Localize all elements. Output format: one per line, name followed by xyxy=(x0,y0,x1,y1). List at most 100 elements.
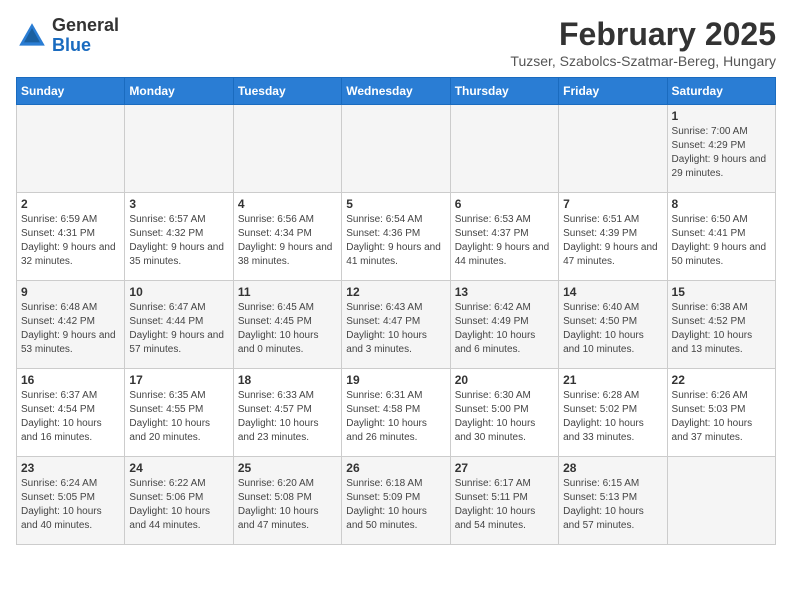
day-number: 3 xyxy=(129,197,228,211)
calendar-cell: 9 Sunrise: 6:48 AM Sunset: 4:42 PM Daylig… xyxy=(17,281,125,369)
weekday-header-tuesday: Tuesday xyxy=(233,78,341,105)
calendar-cell xyxy=(450,105,558,193)
page-header: General Blue February 2025 Tuzser, Szabo… xyxy=(16,16,776,69)
day-number: 5 xyxy=(346,197,445,211)
calendar-cell xyxy=(667,457,775,545)
day-info: Sunrise: 6:54 AM Sunset: 4:36 PM Dayligh… xyxy=(346,213,445,269)
day-info: Sunrise: 6:17 AM Sunset: 5:11 PM Dayligh… xyxy=(455,477,554,533)
day-number: 12 xyxy=(346,285,445,299)
calendar-cell: 5 Sunrise: 6:54 AM Sunset: 4:36 PM Daylig… xyxy=(342,193,450,281)
day-number: 7 xyxy=(563,197,662,211)
day-number: 4 xyxy=(238,197,337,211)
calendar-cell: 21Sunrise: 6:28 AM Sunset: 5:02 PM Dayli… xyxy=(559,369,667,457)
calendar-cell: 4 Sunrise: 6:56 AM Sunset: 4:34 PM Daylig… xyxy=(233,193,341,281)
day-number: 18 xyxy=(238,373,337,387)
day-info: Sunrise: 6:22 AM Sunset: 5:06 PM Dayligh… xyxy=(129,477,228,533)
day-number: 21 xyxy=(563,373,662,387)
calendar-cell: 16 Sunrise: 6:37 AM Sunset: 4:54 PM Dayli… xyxy=(17,369,125,457)
weekday-header-friday: Friday xyxy=(559,78,667,105)
day-info: Sunrise: 7:00 AM Sunset: 4:29 PM Dayligh… xyxy=(672,125,771,181)
day-info: Sunrise: 6:24 AM Sunset: 5:05 PM Dayligh… xyxy=(21,477,120,533)
day-number: 1 xyxy=(672,109,771,123)
calendar-cell: 24 Sunrise: 6:22 AM Sunset: 5:06 PM Dayli… xyxy=(125,457,233,545)
logo-text: General Blue xyxy=(52,16,119,56)
day-info: Sunrise: 6:37 AM Sunset: 4:54 PM Dayligh… xyxy=(21,389,120,445)
day-number: 27 xyxy=(455,461,554,475)
calendar-cell: 23Sunrise: 6:24 AM Sunset: 5:05 PM Dayli… xyxy=(17,457,125,545)
calendar-cell: 18 Sunrise: 6:33 AM Sunset: 4:57 PM Dayli… xyxy=(233,369,341,457)
day-number: 26 xyxy=(346,461,445,475)
calendar-cell: 1 Sunrise: 7:00 AM Sunset: 4:29 PM Daylig… xyxy=(667,105,775,193)
day-info: Sunrise: 6:51 AM Sunset: 4:39 PM Dayligh… xyxy=(563,213,662,269)
day-info: Sunrise: 6:43 AM Sunset: 4:47 PM Dayligh… xyxy=(346,301,445,357)
day-number: 6 xyxy=(455,197,554,211)
calendar-cell: 17 Sunrise: 6:35 AM Sunset: 4:55 PM Dayli… xyxy=(125,369,233,457)
calendar-cell: 19 Sunrise: 6:31 AM Sunset: 4:58 PM Dayli… xyxy=(342,369,450,457)
month-title: February 2025 xyxy=(510,16,776,53)
day-number: 11 xyxy=(238,285,337,299)
day-number: 13 xyxy=(455,285,554,299)
week-row-4: 23Sunrise: 6:24 AM Sunset: 5:05 PM Dayli… xyxy=(17,457,776,545)
weekday-header-thursday: Thursday xyxy=(450,78,558,105)
weekday-header-monday: Monday xyxy=(125,78,233,105)
day-info: Sunrise: 6:33 AM Sunset: 4:57 PM Dayligh… xyxy=(238,389,337,445)
day-number: 20 xyxy=(455,373,554,387)
day-number: 14 xyxy=(563,285,662,299)
calendar-cell: 7 Sunrise: 6:51 AM Sunset: 4:39 PM Daylig… xyxy=(559,193,667,281)
day-number: 19 xyxy=(346,373,445,387)
week-row-3: 16 Sunrise: 6:37 AM Sunset: 4:54 PM Dayli… xyxy=(17,369,776,457)
calendar-cell xyxy=(125,105,233,193)
calendar-cell: 28Sunrise: 6:15 AM Sunset: 5:13 PM Dayli… xyxy=(559,457,667,545)
day-info: Sunrise: 6:40 AM Sunset: 4:50 PM Dayligh… xyxy=(563,301,662,357)
day-number: 9 xyxy=(21,285,120,299)
day-number: 24 xyxy=(129,461,228,475)
calendar-cell: 12 Sunrise: 6:43 AM Sunset: 4:47 PM Dayli… xyxy=(342,281,450,369)
calendar-cell: 13 Sunrise: 6:42 AM Sunset: 4:49 PM Dayli… xyxy=(450,281,558,369)
week-row-2: 9 Sunrise: 6:48 AM Sunset: 4:42 PM Daylig… xyxy=(17,281,776,369)
calendar-cell: 11Sunrise: 6:45 AM Sunset: 4:45 PM Dayli… xyxy=(233,281,341,369)
weekday-header-sunday: Sunday xyxy=(17,78,125,105)
weekday-header-saturday: Saturday xyxy=(667,78,775,105)
day-info: Sunrise: 6:20 AM Sunset: 5:08 PM Dayligh… xyxy=(238,477,337,533)
day-info: Sunrise: 6:47 AM Sunset: 4:44 PM Dayligh… xyxy=(129,301,228,357)
title-area: February 2025 Tuzser, Szabolcs-Szatmar-B… xyxy=(510,16,776,69)
week-row-0: 1 Sunrise: 7:00 AM Sunset: 4:29 PM Daylig… xyxy=(17,105,776,193)
day-info: Sunrise: 6:48 AM Sunset: 4:42 PM Dayligh… xyxy=(21,301,120,357)
calendar-cell: 6Sunrise: 6:53 AM Sunset: 4:37 PM Daylig… xyxy=(450,193,558,281)
day-info: Sunrise: 6:35 AM Sunset: 4:55 PM Dayligh… xyxy=(129,389,228,445)
calendar-cell: 26Sunrise: 6:18 AM Sunset: 5:09 PM Dayli… xyxy=(342,457,450,545)
calendar-cell: 14 Sunrise: 6:40 AM Sunset: 4:50 PM Dayli… xyxy=(559,281,667,369)
logo-general: General xyxy=(52,15,119,35)
calendar-table: SundayMondayTuesdayWednesdayThursdayFrid… xyxy=(16,77,776,545)
day-info: Sunrise: 6:50 AM Sunset: 4:41 PM Dayligh… xyxy=(672,213,771,269)
calendar-cell xyxy=(342,105,450,193)
location-subtitle: Tuzser, Szabolcs-Szatmar-Bereg, Hungary xyxy=(510,53,776,69)
calendar-cell: 22Sunrise: 6:26 AM Sunset: 5:03 PM Dayli… xyxy=(667,369,775,457)
day-number: 17 xyxy=(129,373,228,387)
weekday-header-row: SundayMondayTuesdayWednesdayThursdayFrid… xyxy=(17,78,776,105)
weekday-header-wednesday: Wednesday xyxy=(342,78,450,105)
calendar-cell: 25 Sunrise: 6:20 AM Sunset: 5:08 PM Dayli… xyxy=(233,457,341,545)
day-number: 22 xyxy=(672,373,771,387)
logo: General Blue xyxy=(16,16,119,56)
calendar-cell xyxy=(17,105,125,193)
day-number: 15 xyxy=(672,285,771,299)
day-info: Sunrise: 6:31 AM Sunset: 4:58 PM Dayligh… xyxy=(346,389,445,445)
day-number: 16 xyxy=(21,373,120,387)
day-info: Sunrise: 6:42 AM Sunset: 4:49 PM Dayligh… xyxy=(455,301,554,357)
day-number: 2 xyxy=(21,197,120,211)
calendar-cell: 2Sunrise: 6:59 AM Sunset: 4:31 PM Daylig… xyxy=(17,193,125,281)
calendar-cell: 15 Sunrise: 6:38 AM Sunset: 4:52 PM Dayli… xyxy=(667,281,775,369)
logo-icon xyxy=(16,20,48,52)
day-info: Sunrise: 6:56 AM Sunset: 4:34 PM Dayligh… xyxy=(238,213,337,269)
day-number: 28 xyxy=(563,461,662,475)
day-info: Sunrise: 6:57 AM Sunset: 4:32 PM Dayligh… xyxy=(129,213,228,269)
day-number: 25 xyxy=(238,461,337,475)
calendar-cell xyxy=(559,105,667,193)
calendar-cell: 10 Sunrise: 6:47 AM Sunset: 4:44 PM Dayli… xyxy=(125,281,233,369)
day-info: Sunrise: 6:38 AM Sunset: 4:52 PM Dayligh… xyxy=(672,301,771,357)
day-number: 8 xyxy=(672,197,771,211)
day-number: 10 xyxy=(129,285,228,299)
calendar-cell: 3 Sunrise: 6:57 AM Sunset: 4:32 PM Daylig… xyxy=(125,193,233,281)
calendar-cell: 20Sunrise: 6:30 AM Sunset: 5:00 PM Dayli… xyxy=(450,369,558,457)
